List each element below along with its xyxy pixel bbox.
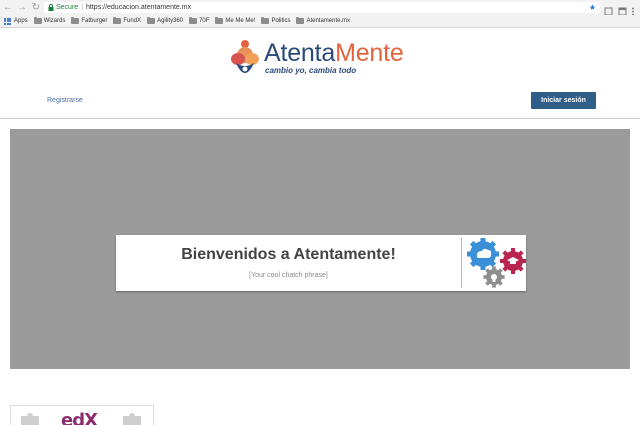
- register-link[interactable]: Registrarse: [47, 97, 83, 104]
- bookmark-label: Atentamente.mx: [306, 18, 351, 24]
- url-separator: |: [81, 4, 84, 11]
- forward-icon[interactable]: →: [16, 2, 28, 14]
- menu-icon[interactable]: [631, 3, 637, 16]
- bookmark-fundx[interactable]: FundX: [113, 17, 142, 24]
- folder-icon: [147, 17, 156, 24]
- welcome-card: Bienvenidos a Atentamente! [Your cool ch…: [116, 235, 526, 291]
- logo-mark-icon: [231, 40, 259, 73]
- bookmark-label: Fatburger: [81, 18, 108, 24]
- bookmark-wizards[interactable]: Wizards: [33, 17, 66, 24]
- bookmark-label: Me Me Me!: [225, 18, 256, 24]
- bookmark-70f[interactable]: 70F: [189, 17, 210, 24]
- site-header: AtentaMente cambio yo, cambia todo: [0, 29, 640, 87]
- site-navbar: Registrarse Iniciar sesión: [0, 87, 640, 119]
- logo-word-mente: Mente: [335, 39, 404, 67]
- bookmark-label: 70F: [199, 18, 210, 24]
- bookmark-politics[interactable]: Politics: [261, 17, 291, 24]
- bookmark-me-me-me[interactable]: Me Me Me!: [215, 17, 256, 24]
- bookmark-agility360[interactable]: Agility360: [147, 17, 184, 24]
- bookmark-label: FundX: [123, 18, 142, 24]
- catch-phrase: [Your cool chatch phrase]: [249, 272, 328, 279]
- folder-icon: [296, 17, 305, 24]
- welcome-text-block: Bienvenidos a Atentamente! [Your cool ch…: [116, 235, 461, 291]
- course-tile[interactable]: edX: [10, 405, 154, 425]
- address-bar[interactable]: Secure | https://educacion.atentamente.m…: [44, 2, 600, 13]
- bookmark-label: Agility360: [157, 18, 184, 24]
- extension-icon[interactable]: [604, 3, 613, 16]
- folder-icon: [215, 17, 224, 24]
- lock-icon: [47, 4, 55, 12]
- reload-icon[interactable]: ↻: [30, 2, 42, 14]
- logo-word-atenta: Atenta: [264, 39, 336, 67]
- bookmark-fatburger[interactable]: Fatburger: [71, 17, 108, 24]
- browser-toolbar: ← → ↻ Secure | https://educacion.atentam…: [0, 0, 640, 16]
- site-logo[interactable]: AtentaMente cambio yo, cambia todo: [228, 39, 418, 81]
- bookmark-star-icon[interactable]: ★: [589, 2, 596, 13]
- folder-icon: [189, 17, 198, 24]
- bookmarks-bar: Apps Wizards Fatburger FundX Agility360 …: [0, 15, 640, 28]
- apps-grid-icon: [4, 17, 11, 25]
- puzzle-icon: [123, 413, 141, 425]
- gears-icon: [467, 238, 526, 288]
- bookmark-label: Wizards: [43, 18, 66, 24]
- logo-wordmark: AtentaMente: [264, 39, 404, 67]
- logo-tagline: cambio yo, cambia todo: [265, 66, 357, 75]
- hero-banner: Bienvenidos a Atentamente! [Your cool ch…: [10, 129, 630, 369]
- cast-icon[interactable]: [618, 3, 627, 16]
- login-button[interactable]: Iniciar sesión: [531, 92, 596, 109]
- secure-label: Secure: [56, 4, 79, 11]
- folder-icon: [261, 17, 270, 24]
- bookmark-label: Apps: [14, 18, 28, 24]
- card-divider: [461, 238, 462, 288]
- bookmark-atentamente[interactable]: Atentamente.mx: [296, 17, 351, 24]
- folder-icon: [113, 17, 122, 24]
- puzzle-icon: [21, 413, 39, 425]
- bookmark-apps[interactable]: Apps: [4, 17, 28, 25]
- edx-logo: edX: [61, 410, 98, 425]
- welcome-heading: Bienvenidos a Atentamente!: [181, 246, 396, 263]
- url-text: https://educacion.atentamente.mx: [86, 4, 192, 11]
- folder-icon: [33, 17, 42, 24]
- folder-icon: [71, 17, 80, 24]
- back-icon[interactable]: ←: [2, 2, 14, 14]
- bookmark-label: Politics: [271, 18, 291, 24]
